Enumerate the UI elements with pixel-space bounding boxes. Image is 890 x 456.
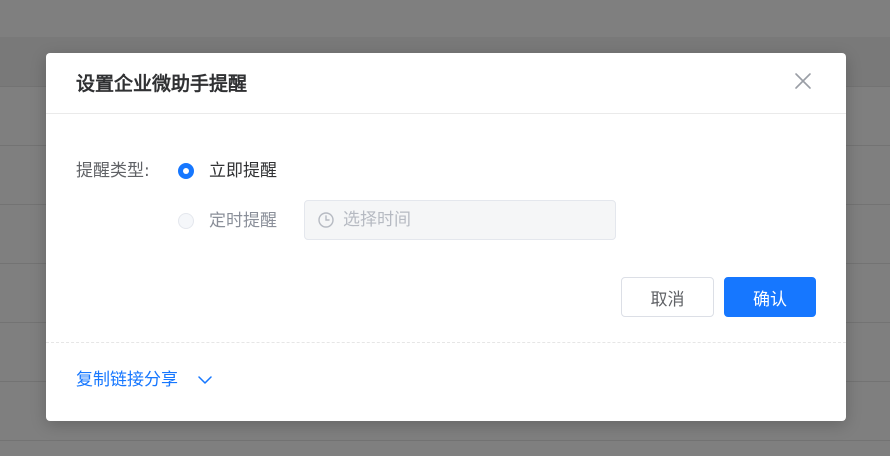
radio-label-scheduled: 定时提醒	[209, 211, 277, 231]
dialog-title: 设置企业微助手提醒	[76, 73, 248, 95]
copy-link-share-label: 复制链接分享	[76, 370, 178, 390]
time-input-placeholder: 选择时间	[343, 210, 411, 230]
radio-immediate-reminder[interactable]: 立即提醒	[178, 160, 277, 182]
radio-button-unchecked[interactable]	[178, 213, 194, 229]
close-button[interactable]	[791, 69, 815, 93]
radio-button-checked[interactable]	[178, 163, 194, 179]
reminder-dialog: 设置企业微助手提醒 提醒类型: 立即提醒 定时提醒 选择时间 取消 确认 复制链…	[46, 53, 846, 421]
dialog-header: 设置企业微助手提醒	[46, 53, 846, 114]
dialog-divider	[46, 342, 846, 343]
copy-link-share-toggle[interactable]: 复制链接分享	[76, 369, 213, 391]
close-icon	[795, 73, 811, 89]
radio-label-immediate: 立即提醒	[209, 161, 277, 181]
clock-icon	[318, 212, 334, 228]
reminder-type-label: 提醒类型:	[76, 161, 150, 181]
time-picker-input[interactable]: 选择时间	[304, 200, 616, 240]
confirm-button[interactable]: 确认	[724, 277, 816, 317]
chevron-down-icon	[198, 376, 212, 384]
cancel-button[interactable]: 取消	[621, 277, 714, 317]
radio-scheduled-reminder[interactable]: 定时提醒	[178, 210, 277, 232]
